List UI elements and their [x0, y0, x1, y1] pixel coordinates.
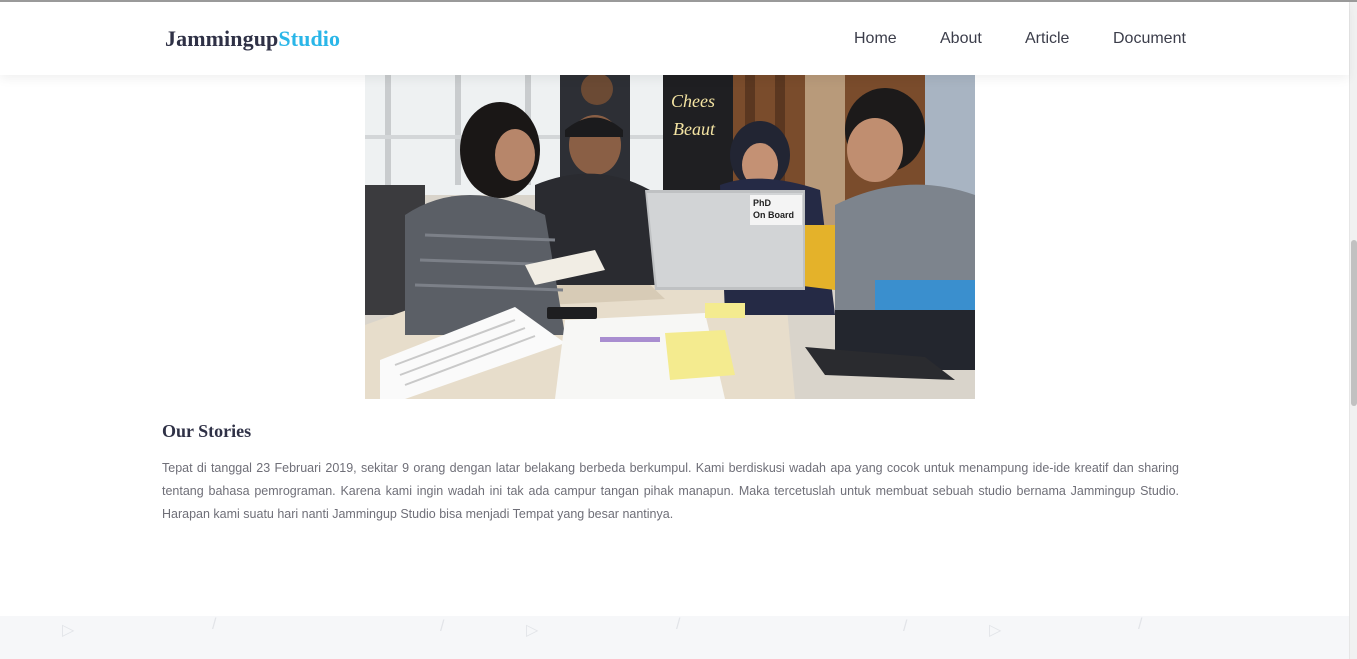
nav-link-home[interactable]: Home — [854, 30, 897, 48]
slash-icon: / — [903, 618, 908, 635]
nav-link-article[interactable]: Article — [1025, 30, 1069, 48]
scrollbar-thumb[interactable] — [1351, 240, 1357, 406]
svg-text:Beaut: Beaut — [673, 119, 716, 139]
nav-link-document[interactable]: Document — [1113, 30, 1186, 48]
team-discussion-photo: Chees Beaut PhD On Board — [365, 75, 975, 399]
page: JammingupStudio Home About Article Docum… — [0, 0, 1357, 659]
navbar: JammingupStudio Home About Article Docum… — [0, 2, 1349, 75]
triangle-icon: ▷ — [989, 622, 1002, 639]
laptop-sticker-line2: On Board — [753, 210, 794, 220]
nav-link-about[interactable]: About — [940, 30, 982, 48]
slash-icon: / — [212, 616, 217, 633]
page-scrollbar[interactable] — [1349, 2, 1357, 659]
svg-text:Chees: Chees — [671, 91, 715, 111]
story-paragraph: Tepat di tanggal 23 Februari 2019, sekit… — [162, 461, 1179, 521]
slash-icon: / — [440, 618, 445, 635]
main-nav: Home About Article Document — [0, 30, 1349, 50]
laptop-sticker-line1: PhD — [753, 198, 772, 208]
section-title-our-stories: Our Stories — [162, 421, 252, 441]
slash-icon: / — [1138, 616, 1143, 633]
footer-band: ▷ / / ▷ / / ▷ / — [0, 616, 1349, 659]
slash-icon: / — [676, 616, 681, 633]
team-photo-illustration: Chees Beaut PhD On Board — [365, 75, 975, 399]
triangle-icon: ▷ — [62, 622, 75, 639]
triangle-icon: ▷ — [526, 622, 539, 639]
